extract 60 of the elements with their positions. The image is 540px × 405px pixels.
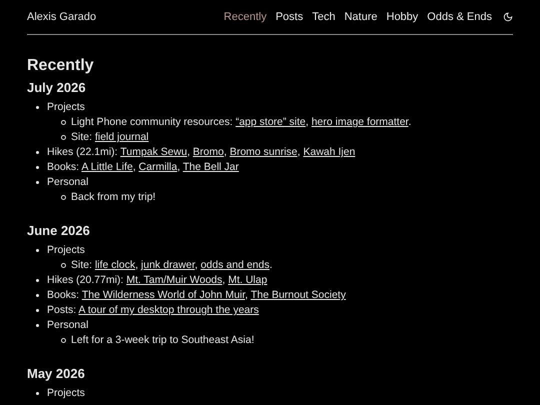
bullet-icon — [61, 195, 66, 200]
list-item-text: Light Phone community resources: “app store” site, hero image formatter. — [71, 115, 412, 130]
nav-link[interactable]: Recently — [224, 8, 267, 26]
bullet-icon — [36, 151, 39, 154]
list-item-text: Site: field journal — [71, 130, 149, 145]
month-heading: June 2026 — [27, 222, 91, 240]
bullet-icon — [61, 338, 66, 343]
bullet-icon — [61, 263, 66, 268]
page-title: Recently — [27, 56, 95, 76]
link[interactable]: life clock — [94, 259, 136, 271]
bullet-icon — [61, 135, 66, 140]
bullet-icon — [36, 249, 39, 252]
nav-link[interactable]: Posts — [276, 8, 304, 26]
link[interactable]: odds and ends — [200, 259, 270, 271]
link[interactable]: Bromo — [192, 146, 224, 158]
link[interactable]: field journal — [94, 131, 149, 143]
link[interactable]: Kawah Ijen — [303, 146, 356, 158]
link[interactable]: Carmilla — [138, 161, 178, 173]
bullet-icon — [36, 106, 39, 109]
list-item-text: Left for a 3-week trip to Southeast Asia! — [71, 333, 254, 348]
list-item-text: Books: A Little Life, Carmilla, The Bell Jar — [47, 160, 239, 175]
list-item-text: Hikes (20.77mi): Mt. Tam/Muir Woods, Mt. Ulap — [47, 273, 268, 288]
list-item-text: Projects — [47, 100, 85, 115]
link[interactable]: The Wilderness World of John Muir — [82, 289, 246, 301]
list-item-text: Posts: A tour of my desktop through the years — [47, 303, 259, 318]
link[interactable]: junk drawer — [141, 259, 195, 271]
bullet-icon — [36, 324, 39, 327]
list-item-text: Projects — [47, 243, 85, 258]
bullet-icon — [36, 294, 39, 297]
link[interactable]: Mt. Ulap — [228, 274, 268, 286]
link[interactable]: The Bell Jar — [182, 161, 239, 173]
link[interactable]: The Burnout Society — [250, 289, 346, 301]
list-item-text: Back from my trip! — [71, 190, 156, 205]
link[interactable]: Bromo sunrise — [230, 146, 298, 158]
link[interactable]: A Little Life — [81, 161, 133, 173]
bullet-icon — [36, 279, 39, 282]
link[interactable]: “app store” site — [236, 116, 306, 128]
nav-link[interactable]: Hobby — [386, 8, 418, 26]
link[interactable]: hero image formatter — [311, 116, 408, 128]
list-item-text: Personal — [47, 175, 88, 190]
link[interactable]: Mt. Tam/Muir Woods — [126, 274, 222, 286]
link[interactable]: Tumpak Sewu — [120, 146, 188, 158]
bullet-icon — [36, 309, 39, 312]
bullet-icon — [61, 120, 66, 125]
site-title[interactable]: Alexis Garado — [27, 8, 96, 26]
list-item-text: Site: life clock, junk drawer, odds and ends. — [71, 258, 272, 273]
bullet-icon — [36, 392, 39, 395]
link[interactable]: A tour of my desktop through the years — [78, 304, 259, 316]
nav-link[interactable]: Tech — [312, 8, 336, 26]
bullet-icon — [36, 166, 39, 169]
dark-mode-icon[interactable] — [503, 12, 513, 22]
nav-link[interactable]: Odds & Ends — [427, 8, 492, 26]
list-item-text: Projects — [47, 386, 85, 401]
nav-link[interactable]: Nature — [344, 8, 378, 26]
list-item-text: Personal — [47, 318, 88, 333]
month-heading: July 2026 — [27, 79, 87, 97]
list-item-text: Books: The Wilderness World of John Muir, The Burnout Society — [47, 288, 346, 303]
month-heading: May 2026 — [27, 365, 86, 383]
list-item-text: Hikes (22.1mi): Tumpak Sewu, Bromo, Bromo sunrise, Kawah Ijen — [47, 145, 356, 160]
bullet-icon — [36, 181, 39, 184]
